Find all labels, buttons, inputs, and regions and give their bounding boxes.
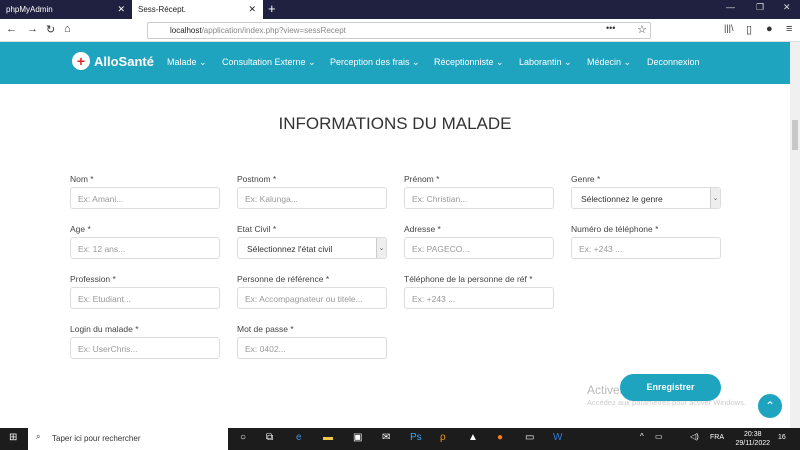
nav-receptionniste[interactable]: Réceptionniste ⌄: [434, 57, 504, 68]
cortana-icon[interactable]: ○: [240, 432, 246, 443]
telephone-reference-input[interactable]: Ex: +243 ...: [404, 287, 554, 309]
field-telephone: Numéro de téléphone * Ex: +243 ...: [571, 224, 721, 259]
network-icon[interactable]: ▭: [655, 432, 663, 441]
telephone-input[interactable]: Ex: +243 ...: [571, 237, 721, 259]
scrollbar-thumb[interactable]: [792, 120, 798, 150]
task-view-icon[interactable]: ⧉: [266, 432, 273, 443]
enregistrer-button[interactable]: Enregistrer: [620, 374, 721, 401]
close-tab-icon[interactable]: ✕: [117, 4, 125, 15]
address-bar[interactable]: localhost/application/index.php?view=ses…: [147, 22, 651, 39]
tray-chevron-icon[interactable]: ^: [640, 432, 644, 441]
photos-icon[interactable]: ▲: [468, 432, 478, 443]
search-icon: ⌕: [36, 432, 41, 441]
nav-deconnexion[interactable]: Deconnexion: [647, 57, 700, 67]
age-input[interactable]: Ex: 12 ans...: [70, 237, 220, 259]
nav-perception-frais[interactable]: Perception des frais ⌄: [330, 57, 420, 68]
field-nom: Nom * Ex: Amani...: [70, 174, 220, 209]
file-explorer-icon[interactable]: ▬: [323, 432, 333, 443]
prenom-input[interactable]: Ex: Christian...: [404, 187, 554, 209]
tab-phpmyadmin[interactable]: phpMyAdmin ✕: [0, 0, 132, 19]
scroll-top-button[interactable]: ⌃: [758, 394, 782, 418]
cross-icon: +: [72, 52, 90, 70]
mail-icon[interactable]: ✉: [382, 432, 390, 443]
language-indicator[interactable]: FRA: [710, 434, 724, 441]
field-adresse: Adresse * Ex: PAGECO...: [404, 224, 554, 259]
nav-medecin[interactable]: Médecin ⌄: [587, 57, 631, 68]
search-app-icon[interactable]: ρ: [440, 432, 446, 443]
etat-civil-select[interactable]: Sélectionnez l'état civil ⌄: [237, 237, 387, 259]
password-input[interactable]: Ex: 0402...: [237, 337, 387, 359]
bookmark-star-icon[interactable]: ☆: [637, 23, 647, 36]
tab-bar: phpMyAdmin ✕ Sess-Récept. ✕ + — ❐ ✕: [0, 0, 800, 19]
genre-select[interactable]: Sélectionnez le genre ⌄: [571, 187, 721, 209]
page-scrollbar[interactable]: [790, 42, 800, 428]
close-window-icon[interactable]: ✕: [783, 2, 791, 13]
postnom-input[interactable]: Ex: Kalunga...: [237, 187, 387, 209]
notifications-icon[interactable]: 16: [778, 434, 786, 441]
field-age: Age * Ex: 12 ans...: [70, 224, 220, 259]
logo[interactable]: + AlloSanté: [72, 52, 154, 70]
adresse-input[interactable]: Ex: PAGECO...: [404, 237, 554, 259]
store-icon[interactable]: ▣: [353, 432, 362, 443]
field-prenom: Prénom * Ex: Christian...: [404, 174, 554, 209]
field-etat-civil: Etat Civil * Sélectionnez l'état civil ⌄: [237, 224, 387, 259]
home-icon[interactable]: ⌂: [64, 23, 71, 35]
nom-input[interactable]: Ex: Amani...: [70, 187, 220, 209]
new-tab-icon[interactable]: +: [268, 1, 276, 16]
nav-malade[interactable]: Malade ⌄: [167, 57, 207, 68]
browser-toolbar: ← → ↻ ⌂ localhost/application/index.php?…: [0, 19, 800, 42]
profession-input[interactable]: Ex: Etudiant...: [70, 287, 220, 309]
field-telephone-reference: Téléphone de la personne de réf * Ex: +24…: [404, 274, 554, 309]
field-login: Login du malade * Ex: UserChris...: [70, 324, 220, 359]
minimize-icon[interactable]: —: [726, 2, 735, 12]
taskbar-search[interactable]: ⌕ Taper ici pour rechercher: [28, 428, 228, 450]
firefox-icon[interactable]: ●: [497, 432, 503, 443]
sidebar-icon[interactable]: ▯: [746, 23, 752, 36]
personne-reference-input[interactable]: Ex: Accompagnateur ou titele...: [237, 287, 387, 309]
volume-icon[interactable]: ◁): [690, 432, 699, 441]
terminal-icon[interactable]: ▭: [525, 432, 534, 443]
site-navbar: + AlloSanté Malade ⌄ Consultation Externe…: [0, 42, 790, 84]
library-icon[interactable]: |||\: [724, 23, 734, 33]
windows-start-icon[interactable]: ⊞: [9, 432, 17, 443]
chevron-up-icon: ⌃: [764, 399, 776, 413]
windows-taskbar: ⊞ ⌕ Taper ici pour rechercher ○ ⧉ e ▬ ▣ ✉…: [0, 428, 800, 450]
menu-icon[interactable]: ≡: [786, 23, 792, 35]
tab-sess-recept[interactable]: Sess-Récept. ✕: [132, 0, 263, 19]
forward-icon[interactable]: →: [27, 23, 38, 35]
edge-icon[interactable]: e: [296, 432, 302, 443]
login-input[interactable]: Ex: UserChris...: [70, 337, 220, 359]
close-tab-icon[interactable]: ✕: [248, 4, 256, 15]
page-title: INFORMATIONS DU MALADE: [278, 114, 512, 133]
back-icon[interactable]: ←: [6, 23, 17, 35]
nav-consultation-externe[interactable]: Consultation Externe ⌄: [222, 57, 316, 68]
field-mot-de-passe: Mot de passe * Ex: 0402...: [237, 324, 387, 359]
reload-icon[interactable]: ↻: [46, 23, 55, 36]
word-icon[interactable]: W: [553, 432, 562, 443]
field-personne-reference: Personne de référence * Ex: Accompagnateu…: [237, 274, 387, 309]
chevron-down-icon: ⌄: [376, 238, 386, 258]
chevron-down-icon: ⌄: [710, 188, 720, 208]
photoshop-icon[interactable]: Ps: [410, 432, 422, 443]
more-icon[interactable]: •••: [606, 23, 615, 33]
clock[interactable]: 20:38 29/11/2022: [735, 430, 770, 448]
restore-icon[interactable]: ❐: [756, 2, 764, 13]
nav-laborantin[interactable]: Laborantin ⌄: [519, 57, 572, 68]
field-postnom: Postnom * Ex: Kalunga...: [237, 174, 387, 209]
field-genre: Genre * Sélectionnez le genre ⌄: [571, 174, 721, 209]
account-icon[interactable]: ●: [766, 23, 773, 35]
field-profession: Profession * Ex: Etudiant...: [70, 274, 220, 309]
